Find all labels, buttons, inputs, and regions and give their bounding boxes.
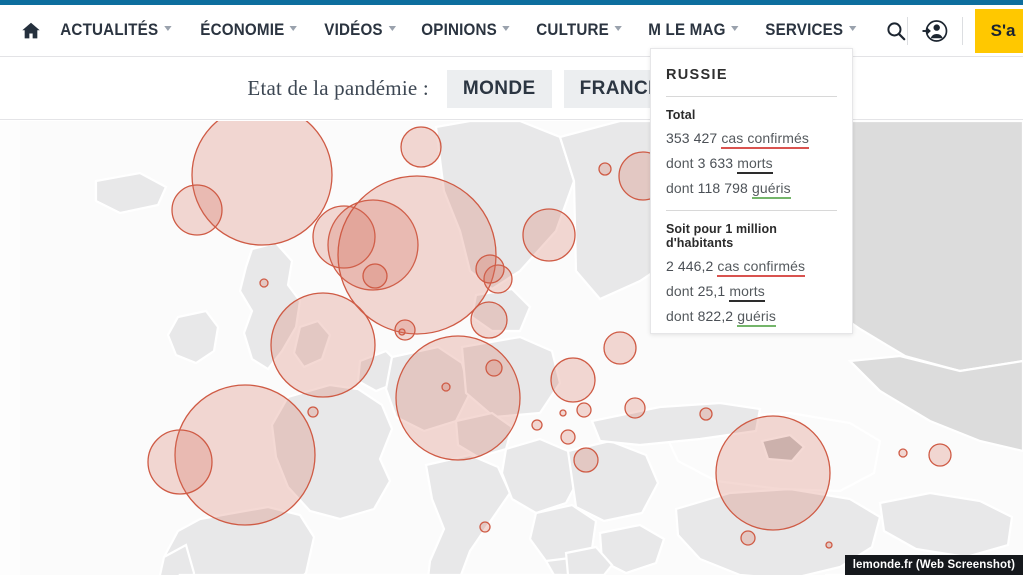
bubble-bulgarie (624, 397, 646, 419)
tooltip-pm-deaths-prefix: dont (666, 283, 694, 299)
nav-item-opinions[interactable]: OPINIONS (413, 22, 519, 39)
pandemic-state-label: Etat de la pandémie : (247, 76, 429, 100)
tooltip-total-deaths-value: 3 633 (697, 155, 734, 171)
tooltip-total-deaths-row: dont 3 633 morts (666, 155, 837, 174)
tooltip-total-recovered-metric: guéris (751, 180, 791, 199)
bubble-liban (825, 541, 833, 549)
bubble-slovenie (485, 359, 503, 377)
tooltip-total-recovered-value: 118 798 (697, 180, 748, 196)
chevron-down-icon (848, 25, 857, 34)
tooltip-total-recovered-prefix: dont (666, 180, 694, 196)
bubble-ukraine (898, 448, 908, 458)
tooltip-total-cases-value: 353 427 (666, 130, 718, 146)
tooltip-divider (666, 96, 837, 97)
nav-item-economie[interactable]: ÉCONOMIE (192, 22, 306, 39)
bubble-serbie (576, 402, 592, 418)
bubble-georgie (928, 443, 952, 467)
nav-item-list: ACTUALITÉS ÉCONOMIE VIDÉOS OPINIONS CULT… (52, 22, 875, 39)
main-navigation-bar: e ACTUALITÉS ÉCONOMIE VIDÉOS OPINIONS (0, 5, 1023, 57)
nav-label: VIDÉOS (324, 21, 383, 40)
bubble-roumanie (603, 331, 637, 365)
tooltip-pm-deaths-row: dont 25,1 morts (666, 283, 837, 302)
tooltip-total-cases-row: 353 427 cas confirmés (666, 130, 837, 149)
nav-label: OPINIONS (420, 21, 497, 40)
bubble-pologne (522, 208, 576, 262)
tooltip-divider-2 (666, 210, 837, 211)
map-left-gutter (0, 121, 20, 575)
map-svg (0, 121, 1023, 575)
bubble-suede-nord (400, 126, 442, 168)
bubble-luxembourg (362, 263, 388, 289)
nav-divider (961, 16, 963, 45)
tooltip-pm-deaths-metric: morts (729, 283, 765, 302)
nav-label: ÉCONOMIE (199, 21, 284, 40)
subscribe-button[interactable]: S'a (974, 8, 1023, 53)
chevron-down-icon (614, 25, 622, 34)
bubble-bosnie (559, 409, 567, 417)
tooltip-total-cases-metric: cas confirmés (721, 130, 809, 149)
bubble-slovaquie (398, 328, 406, 336)
nav-item-actualites[interactable]: ACTUALITÉS (52, 22, 180, 39)
nav-item-m-le-mag[interactable]: M LE MAG (640, 22, 748, 39)
tooltip-total-deaths-prefix: dont (666, 155, 694, 171)
bubble-grece (573, 447, 599, 473)
bubble-albanie (531, 419, 543, 431)
tab-monde[interactable]: MONDE (446, 69, 552, 108)
tooltip-country-name: RUSSIE (666, 67, 728, 83)
screenshot-watermark: lemonde.fr (Web Screenshot) (844, 555, 1023, 575)
nav-label: SERVICES (765, 21, 844, 40)
tooltip-total-recovered-row: dont 118 798 guéris (666, 180, 837, 199)
tooltip-pm-cases-row: 2 446,2 cas confirmés (666, 258, 837, 277)
nav-label: CULTURE (536, 21, 609, 40)
country-tooltip: RUSSIE Total 353 427 cas confirmés dont … (650, 48, 853, 334)
bubble-malte (479, 521, 491, 533)
bubble-bretagne (259, 278, 269, 288)
chevron-down-icon (163, 25, 172, 34)
bubble-irlande (171, 184, 223, 236)
bubble-hongrie (550, 357, 596, 403)
bubble-croatie (441, 382, 451, 392)
bubble-finlande (598, 162, 612, 176)
tooltip-pm-recovered-metric: guéris (737, 308, 776, 327)
page-root: e ACTUALITÉS ÉCONOMIE VIDÉOS OPINIONS (0, 0, 1023, 575)
tooltip-section-total-label: Total (666, 108, 696, 122)
bubble-chypre (740, 530, 756, 546)
bubble-moldavie (699, 407, 713, 421)
bubble-italie (395, 335, 521, 461)
tooltip-total-deaths-metric: morts (737, 155, 773, 174)
pandemic-subheader: Etat de la pandémie : MONDE FRANCE PRO (0, 58, 1023, 120)
chevron-down-icon (730, 25, 739, 34)
search-icon[interactable] (885, 20, 907, 42)
bubble-portugal (147, 429, 213, 495)
nav-right-actions: S'a (906, 5, 1023, 57)
bubble-baleares (307, 406, 319, 418)
home-icon[interactable] (20, 18, 42, 44)
chevron-down-icon (388, 25, 396, 34)
bubble-turquie (715, 415, 831, 531)
tooltip-section-per-million-label: Soit pour 1 million d'habitants (666, 222, 777, 250)
tooltip-pm-cases-value: 2 446,2 (666, 258, 714, 274)
bubble-suisse (475, 254, 505, 284)
tooltip-pm-recovered-value: 822,2 (697, 308, 734, 324)
tooltip-pm-recovered-prefix: dont (666, 308, 694, 324)
nav-item-culture[interactable]: CULTURE (528, 22, 631, 39)
chevron-down-icon (289, 25, 297, 34)
tooltip-pm-cases-metric: cas confirmés (717, 258, 806, 277)
nav-label: ACTUALITÉS (60, 21, 159, 40)
bubble-france (270, 292, 376, 398)
bubble-montenegro (560, 429, 576, 445)
nav-label: M LE MAG (648, 21, 726, 40)
bubble-autriche (470, 301, 508, 339)
covid-bubble-map[interactable] (0, 121, 1023, 575)
tooltip-pm-recovered-row: dont 822,2 guéris (666, 308, 837, 327)
nav-item-services[interactable]: SERVICES (757, 22, 865, 39)
nav-item-videos[interactable]: VIDÉOS (316, 22, 405, 39)
tooltip-pm-deaths-value: 25,1 (697, 283, 726, 299)
chevron-down-icon (502, 25, 510, 34)
login-person-icon[interactable] (908, 18, 962, 44)
